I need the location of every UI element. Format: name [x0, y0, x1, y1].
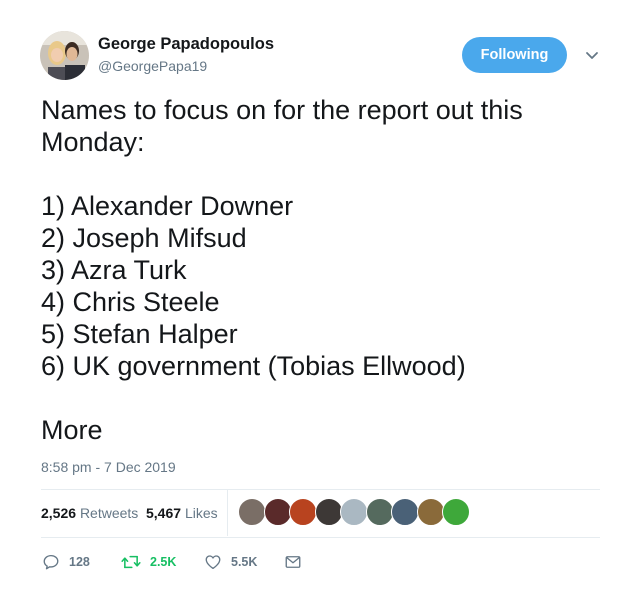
retweet-button[interactable]: 2.5K — [121, 552, 176, 572]
liker-avatar-5[interactable] — [340, 498, 368, 526]
likes-label: Likes — [184, 505, 218, 521]
retweets-label: Retweets — [79, 505, 139, 521]
divider — [41, 489, 600, 490]
author-avatar[interactable] — [40, 31, 89, 80]
reply-icon — [43, 554, 59, 570]
heart-icon — [205, 555, 221, 570]
tweet-timestamp[interactable]: 8:58 pm - 7 Dec 2019 — [41, 459, 176, 475]
chevron-down-icon[interactable] — [584, 47, 600, 63]
retweets-count: 2,526 — [41, 505, 77, 521]
retweet-icon — [121, 555, 141, 569]
like-button[interactable]: 5.5K — [204, 552, 257, 572]
liker-avatar-6[interactable] — [365, 498, 394, 526]
retweet-count: 2.5K — [150, 555, 177, 569]
liker-avatar-8[interactable] — [416, 498, 445, 526]
tweet-card: George Papadopoulos @GeorgePapa19 Follow… — [0, 0, 640, 598]
more-link[interactable]: More — [41, 414, 103, 446]
divider — [41, 537, 600, 538]
liker-avatar-9[interactable] — [442, 498, 470, 526]
author-display-name[interactable]: George Papadopoulos — [98, 35, 274, 54]
like-count: 5.5K — [231, 555, 258, 569]
author-handle[interactable]: @GeorgePapa19 — [98, 58, 207, 74]
liker-avatar-7[interactable] — [391, 498, 419, 526]
reply-button[interactable]: 128 — [42, 552, 90, 572]
stats-separator — [227, 490, 228, 536]
following-button[interactable]: Following — [462, 37, 567, 73]
liker-avatar-1[interactable] — [238, 498, 266, 526]
likes-count: 5,467 — [146, 505, 182, 521]
likes-stat[interactable]: 5,467 Likes — [146, 505, 218, 521]
direct-message-button[interactable] — [284, 552, 311, 572]
liker-avatar-2[interactable] — [263, 498, 292, 526]
envelope-icon — [285, 556, 301, 568]
liker-avatar-4[interactable] — [314, 498, 343, 526]
retweets-stat[interactable]: 2,526 Retweets — [41, 505, 138, 521]
reply-count: 128 — [69, 555, 90, 569]
liker-avatar-3[interactable] — [289, 498, 317, 526]
tweet-text: Names to focus on for the report out thi… — [41, 95, 523, 381]
